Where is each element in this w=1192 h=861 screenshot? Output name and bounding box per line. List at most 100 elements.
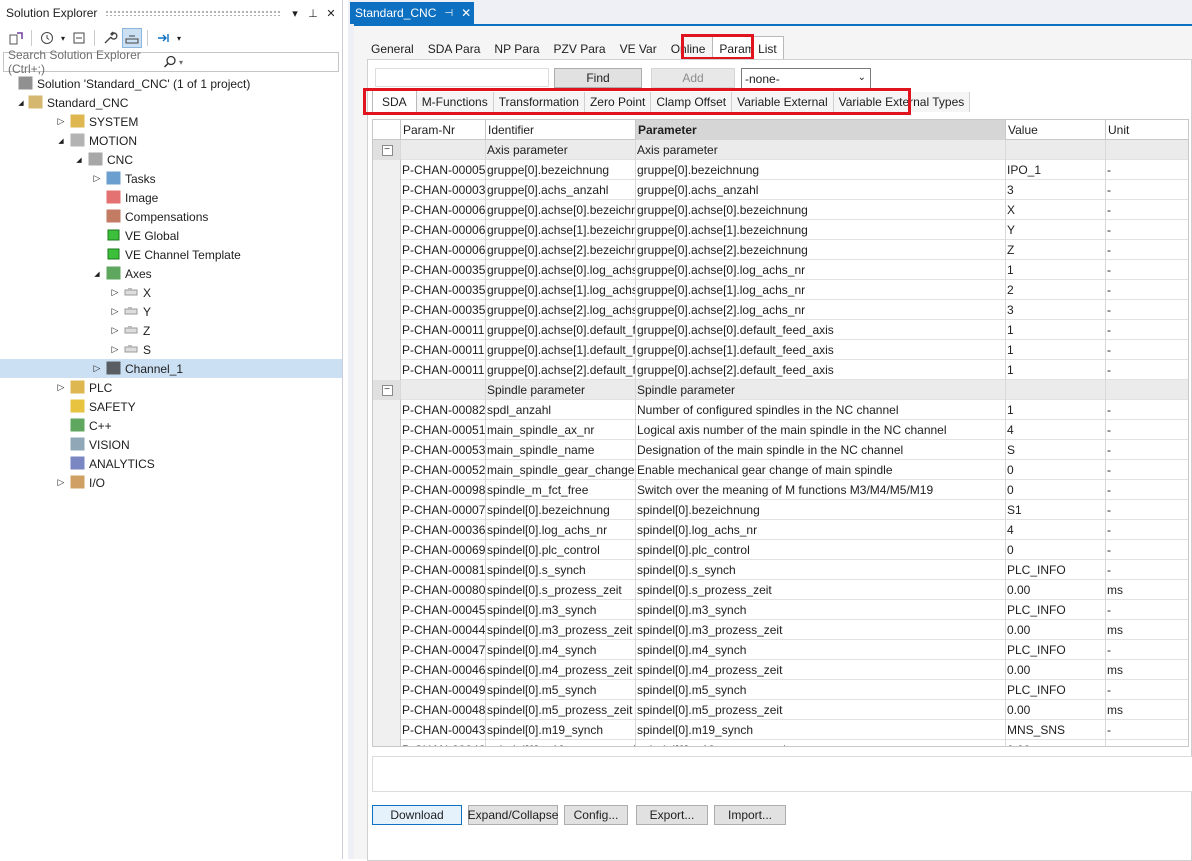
- table-row[interactable]: P-CHAN-00044 spindel[0].m3_prozess_zeit sp…: [373, 620, 1188, 640]
- switch-views-icon[interactable]: [6, 28, 26, 48]
- table-row[interactable]: P-CHAN-00042spindel[0].m19_prozess_zeits…: [373, 740, 1188, 746]
- cell-nr[interactable]: P-CHAN-00011: [401, 340, 486, 360]
- row-header[interactable]: [373, 600, 401, 620]
- cell-unit[interactable]: [1106, 140, 1188, 160]
- row-header[interactable]: [373, 320, 401, 340]
- cell-unit[interactable]: -: [1106, 400, 1188, 420]
- row-header[interactable]: [373, 580, 401, 600]
- add-button[interactable]: Add: [651, 68, 735, 88]
- cell-id[interactable]: Spindle parameter: [486, 380, 636, 400]
- table-row[interactable]: P-CHAN-00043 spindel[0].m19_synch spindel[…: [373, 720, 1188, 740]
- cell-unit[interactable]: -: [1106, 420, 1188, 440]
- cell-nr[interactable]: P-CHAN-00047: [401, 640, 486, 660]
- preview-icon[interactable]: [122, 28, 142, 48]
- collapsed-arrow-icon[interactable]: ▷: [110, 344, 120, 355]
- table-row[interactable]: P-CHAN-00011 gruppe[0].achse[2].default_f…: [373, 360, 1188, 380]
- table-row[interactable]: P-CHAN-00011 gruppe[0].achse[1].default_f…: [373, 340, 1188, 360]
- cell-id[interactable]: spindel[0].m19_prozess_zeit: [486, 740, 636, 746]
- tree-item[interactable]: ◢ Standard_CNC: [0, 93, 342, 112]
- column-header-value[interactable]: Value: [1006, 120, 1106, 140]
- cell-id[interactable]: gruppe[0].achse[0].bezeichnung: [486, 200, 636, 220]
- cell-param[interactable]: spindel[0].m3_synch: [636, 600, 1006, 620]
- cell-id[interactable]: spindel[0].log_achs_nr: [486, 520, 636, 540]
- cell-param[interactable]: spindel[0].m5_synch: [636, 680, 1006, 700]
- tree-item[interactable]: VISION: [0, 435, 342, 454]
- tree-item[interactable]: Solution 'Standard_CNC' (1 of 1 project): [0, 74, 342, 93]
- cell-nr[interactable]: P-CHAN-00049: [401, 680, 486, 700]
- table-row[interactable]: P-CHAN-00052 main_spindle_gear_change Enab…: [373, 460, 1188, 480]
- tree-item[interactable]: ▷ Channel_1: [0, 359, 342, 378]
- cell-unit[interactable]: ms: [1106, 580, 1188, 600]
- tree-item[interactable]: ▷ Tasks: [0, 169, 342, 188]
- row-header[interactable]: [373, 460, 401, 480]
- subtab-variable-external-types[interactable]: Variable External Types: [833, 92, 971, 112]
- cell-nr[interactable]: P-CHAN-00035: [401, 300, 486, 320]
- cell-param[interactable]: gruppe[0].achs_anzahl: [636, 180, 1006, 200]
- cell-unit[interactable]: ms: [1106, 740, 1188, 746]
- cell-param[interactable]: spindel[0].log_achs_nr: [636, 520, 1006, 540]
- cell-id[interactable]: spindel[0].m4_synch: [486, 640, 636, 660]
- cell-param[interactable]: Spindle parameter: [636, 380, 1006, 400]
- cell-id[interactable]: gruppe[0].achse[1].log_achs_nr: [486, 280, 636, 300]
- close-icon[interactable]: ✕: [461, 6, 471, 20]
- table-row[interactable]: P-CHAN-00035gruppe[0].achse[0].log_achs_…: [373, 260, 1188, 280]
- cell-unit[interactable]: -: [1106, 360, 1188, 380]
- cell-unit[interactable]: -: [1106, 320, 1188, 340]
- export-button[interactable]: Export...: [636, 805, 708, 825]
- tab-sda-para[interactable]: SDA Para: [421, 36, 488, 60]
- table-row[interactable]: P-CHAN-00047 spindel[0].m4_synch spindel[0…: [373, 640, 1188, 660]
- cell-value[interactable]: PLC_INFO: [1006, 640, 1106, 660]
- sync-icon[interactable]: [153, 28, 173, 48]
- cell-nr[interactable]: P-CHAN-00006: [401, 220, 486, 240]
- chevron-down-icon[interactable]: ⌄: [858, 72, 866, 83]
- cell-unit[interactable]: -: [1106, 480, 1188, 500]
- cell-value[interactable]: 1: [1006, 340, 1106, 360]
- cell-value[interactable]: 1: [1006, 320, 1106, 340]
- cell-param[interactable]: Switch over the meaning of M functions M…: [636, 480, 1006, 500]
- table-row[interactable]: P-CHAN-00035gruppe[0].achse[1].log_achs_…: [373, 280, 1188, 300]
- cell-param[interactable]: gruppe[0].achse[0].bezeichnung: [636, 200, 1006, 220]
- cell-id[interactable]: spindel[0].m3_prozess_zeit: [486, 620, 636, 640]
- table-row[interactable]: P-CHAN-00082 spdl_anzahl Number of configu…: [373, 400, 1188, 420]
- cell-param[interactable]: gruppe[0].achse[1].log_achs_nr: [636, 280, 1006, 300]
- subtab-sda[interactable]: SDA: [372, 90, 417, 112]
- tree-item[interactable]: ◢ CNC: [0, 150, 342, 169]
- cell-id[interactable]: gruppe[0].achse[0].default_feed_axis: [486, 320, 636, 340]
- find-input[interactable]: [375, 68, 549, 87]
- cell-unit[interactable]: -: [1106, 460, 1188, 480]
- cell-param[interactable]: spindel[0].plc_control: [636, 540, 1006, 560]
- collapsed-arrow-icon[interactable]: ▷: [110, 287, 120, 298]
- cell-value[interactable]: 0: [1006, 460, 1106, 480]
- cell-param[interactable]: spindel[0].m4_synch: [636, 640, 1006, 660]
- cell-id[interactable]: spindel[0].s_prozess_zeit: [486, 580, 636, 600]
- cell-value[interactable]: Z: [1006, 240, 1106, 260]
- cell-param[interactable]: gruppe[0].achse[0].log_achs_nr: [636, 260, 1006, 280]
- subtab-m-functions[interactable]: M-Functions: [416, 92, 494, 112]
- row-header[interactable]: [373, 660, 401, 680]
- cell-id[interactable]: spindel[0].bezeichnung: [486, 500, 636, 520]
- group-row[interactable]: − Axis parameter Axis parameter: [373, 140, 1188, 160]
- cell-param[interactable]: spindel[0].s_synch: [636, 560, 1006, 580]
- row-header[interactable]: [373, 640, 401, 660]
- cell-id[interactable]: gruppe[0].achse[2].log_achs_nr: [486, 300, 636, 320]
- collapsed-arrow-icon[interactable]: ▷: [110, 325, 120, 336]
- history-icon[interactable]: [37, 28, 57, 48]
- cell-value[interactable]: [1006, 380, 1106, 400]
- cell-nr[interactable]: P-CHAN-00046: [401, 660, 486, 680]
- table-row[interactable]: P-CHAN-00005 gruppe[0].bezeichnung gruppe[…: [373, 160, 1188, 180]
- cell-id[interactable]: main_spindle_ax_nr: [486, 420, 636, 440]
- cell-param[interactable]: Enable mechanical gear change of main sp…: [636, 460, 1006, 480]
- cell-param[interactable]: gruppe[0].bezeichnung: [636, 160, 1006, 180]
- cell-unit[interactable]: -: [1106, 640, 1188, 660]
- row-header[interactable]: [373, 500, 401, 520]
- close-icon[interactable]: ✕: [324, 7, 338, 20]
- cell-value[interactable]: 0: [1006, 480, 1106, 500]
- cell-nr[interactable]: P-CHAN-00048: [401, 700, 486, 720]
- cell-id[interactable]: spindel[0].m5_synch: [486, 680, 636, 700]
- cell-unit[interactable]: -: [1106, 340, 1188, 360]
- collapse-all-icon[interactable]: [69, 28, 89, 48]
- cell-unit[interactable]: ms: [1106, 660, 1188, 680]
- table-row[interactable]: P-CHAN-00048 spindel[0].m5_prozess_zeit sp…: [373, 700, 1188, 720]
- table-row[interactable]: P-CHAN-00098 spindle_m_fct_free Switch ove…: [373, 480, 1188, 500]
- row-header[interactable]: [373, 300, 401, 320]
